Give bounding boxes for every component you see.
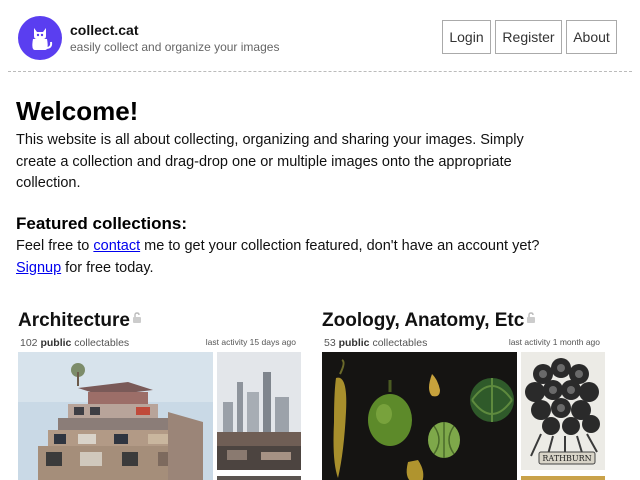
register-button[interactable]: Register	[495, 20, 562, 54]
featured-text-part: for free today.	[61, 259, 154, 276]
welcome-text: This website is all about collecting, or…	[16, 132, 524, 191]
login-button[interactable]: Login	[442, 20, 491, 54]
collection-count-suffix: collectables	[74, 337, 130, 349]
collection-count-suffix: collectables	[372, 337, 428, 349]
collection-thumbnail[interactable]	[217, 352, 301, 470]
featured-text-part: me to get your collection featured, don'…	[140, 238, 540, 254]
collection-card-zoology[interactable]: Zoology, Anatomy, Etc 53 public collecta…	[322, 310, 612, 480]
collection-count-number: 53	[324, 337, 336, 349]
signup-link[interactable]: Signup	[16, 260, 61, 276]
collection-visibility: public	[338, 337, 370, 349]
collection-count: 102 public collectables	[20, 337, 129, 349]
featured-text: Feel free to contact me to get your coll…	[16, 236, 576, 279]
unlock-icon	[527, 312, 536, 323]
featured-heading: Featured collections:	[16, 214, 187, 233]
collection-visibility: public	[40, 337, 72, 349]
svg-text:RATHBURN: RATHBURN	[542, 454, 591, 463]
site-name[interactable]: collect.cat	[70, 22, 138, 38]
collection-title[interactable]: Zoology, Anatomy, Etc	[322, 310, 536, 332]
site-header: collect.cat easily collect and organize …	[0, 0, 640, 72]
header-divider	[8, 71, 632, 72]
collection-count: 53 public collectables	[324, 337, 427, 349]
collection-title-text[interactable]: Zoology, Anatomy, Etc	[322, 310, 524, 331]
collection-thumbnail[interactable]	[217, 473, 301, 480]
collection-count-number: 102	[20, 337, 38, 349]
collection-title[interactable]: Architecture	[18, 310, 142, 332]
site-tagline: easily collect and organize your images	[70, 40, 280, 54]
welcome-heading: Welcome!	[16, 96, 139, 126]
collection-thumbnail[interactable]	[521, 473, 605, 480]
about-button[interactable]: About	[566, 20, 617, 54]
collection-activity: last activity 15 days ago	[205, 337, 296, 347]
featured-text-part: Feel free to	[16, 238, 94, 254]
cat-logo-icon[interactable]	[18, 16, 62, 60]
collection-thumbnail[interactable]	[18, 352, 213, 480]
collection-title-text[interactable]: Architecture	[18, 310, 130, 331]
collection-thumbnail[interactable]: RATHBURN	[521, 352, 605, 470]
collection-thumbnail[interactable]	[322, 352, 517, 480]
collection-activity: last activity 1 month ago	[508, 337, 600, 347]
contact-link[interactable]: contact	[93, 238, 140, 254]
unlock-icon	[132, 312, 141, 323]
collection-card-architecture[interactable]: Architecture 102 public collectables las…	[18, 310, 308, 480]
